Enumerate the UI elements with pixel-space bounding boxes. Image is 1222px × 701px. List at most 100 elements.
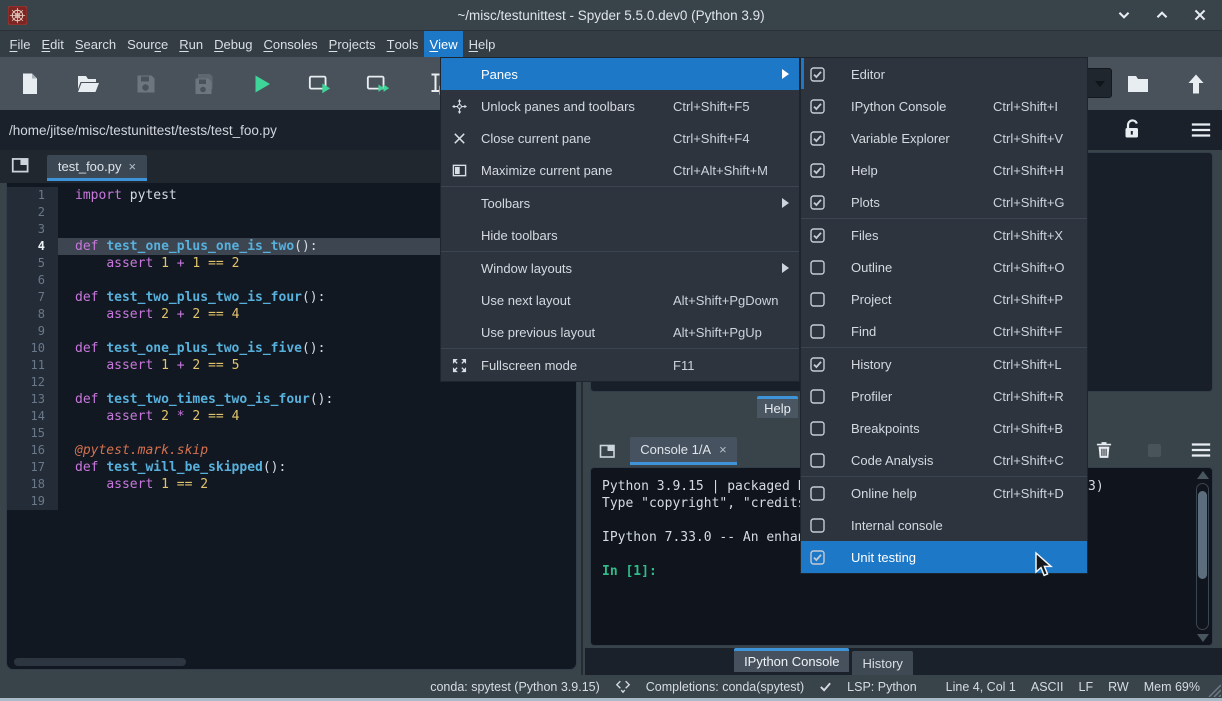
close-button[interactable] — [1192, 7, 1208, 23]
panes-item-variable-explorer[interactable]: Variable ExplorerCtrl+Shift+V — [801, 122, 1087, 154]
tab-help[interactable]: Help — [757, 396, 798, 418]
new-file-button[interactable] — [16, 70, 44, 98]
menu-item-label: Files — [851, 228, 878, 243]
resize-grip[interactable] — [1205, 681, 1221, 697]
code-text — [58, 425, 576, 442]
menu-consoles[interactable]: Consoles — [258, 31, 323, 57]
tab-history[interactable]: History — [852, 651, 912, 675]
checkbox-unchecked-icon[interactable] — [810, 486, 825, 501]
code-text: assert 1 == 2 — [58, 476, 576, 493]
tab-close-icon[interactable]: × — [129, 160, 137, 173]
line-number: 17 — [7, 459, 58, 476]
help-tab-label: Help — [764, 401, 791, 416]
panes-item-help[interactable]: HelpCtrl+Shift+H — [801, 154, 1087, 186]
menu-item-use-previous-layout[interactable]: Use previous layoutAlt+Shift+PgUp — [441, 316, 799, 348]
conda-env-status[interactable]: conda: spytest (Python 3.9.15) — [430, 680, 600, 694]
menu-view[interactable]: View — [424, 31, 463, 57]
menu-item-shortcut: Ctrl+Shift+F — [993, 324, 1062, 339]
menu-debug[interactable]: Debug — [209, 31, 258, 57]
menu-item-maximize-current-pane[interactable]: Maximize current paneCtrl+Alt+Shift+M — [441, 154, 799, 186]
checkbox-unchecked-icon[interactable] — [810, 518, 825, 533]
checkbox-checked-icon[interactable] — [810, 550, 825, 565]
menu-file[interactable]: File — [4, 31, 36, 57]
menu-item-shortcut: Ctrl+Shift+D — [993, 486, 1064, 501]
console-tab[interactable]: Console 1/A × — [630, 437, 737, 465]
unlock-icon[interactable] — [1120, 118, 1144, 142]
checkbox-unchecked-icon[interactable] — [810, 421, 825, 436]
help-options-menu-icon[interactable] — [1190, 120, 1212, 140]
panes-item-code-analysis[interactable]: Code AnalysisCtrl+Shift+C — [801, 444, 1087, 476]
scrollbar-thumb[interactable] — [1198, 491, 1207, 579]
statusbar: conda: spytest (Python 3.9.15) Completio… — [0, 675, 1222, 698]
menu-item-window-layouts[interactable]: Window layouts — [441, 252, 799, 284]
line-number: 2 — [7, 204, 58, 221]
editor-tab-test-foo[interactable]: test_foo.py × — [47, 155, 147, 181]
editor-browse-tabs-icon[interactable] — [10, 154, 32, 176]
menu-help[interactable]: Help — [463, 31, 501, 57]
panes-item-history[interactable]: HistoryCtrl+Shift+L — [801, 348, 1087, 380]
menu-item-use-next-layout[interactable]: Use next layoutAlt+Shift+PgDown — [441, 284, 799, 316]
minimize-button[interactable] — [1116, 7, 1132, 23]
checkbox-checked-icon[interactable] — [810, 357, 825, 372]
lsp-status[interactable]: LSP: Python — [847, 680, 917, 694]
menu-tools[interactable]: Tools — [381, 31, 424, 57]
menu-item-fullscreen-mode[interactable]: Fullscreen modeF11 — [441, 349, 799, 381]
menu-item-shortcut: Ctrl+Shift+P — [993, 292, 1063, 307]
panes-item-files[interactable]: FilesCtrl+Shift+X — [801, 219, 1087, 251]
run-cell-advance-button[interactable] — [364, 70, 392, 98]
menu-run[interactable]: Run — [174, 31, 209, 57]
checkbox-unchecked-icon[interactable] — [810, 324, 825, 339]
completions-status[interactable]: Completions: conda(spytest) — [646, 680, 804, 694]
checkbox-checked-icon[interactable] — [810, 67, 825, 82]
parent-directory-button[interactable] — [1182, 70, 1210, 98]
editor-horizontal-scrollbar[interactable] — [14, 658, 186, 666]
menu-search[interactable]: Search — [69, 31, 121, 57]
console-options-menu-icon[interactable] — [1190, 441, 1212, 459]
save-all-button[interactable] — [190, 70, 218, 98]
run-cell-button[interactable] — [306, 70, 334, 98]
menu-item-unlock-panes-and-toolbars[interactable]: Unlock panes and toolbarsCtrl+Shift+F5 — [441, 90, 799, 122]
menu-item-hide-toolbars[interactable]: Hide toolbars — [441, 219, 799, 251]
maximize-button[interactable] — [1154, 7, 1170, 23]
checkbox-unchecked-icon[interactable] — [810, 389, 825, 404]
checkbox-checked-icon[interactable] — [810, 131, 825, 146]
line-number: 5 — [7, 255, 58, 272]
menu-projects[interactable]: Projects — [323, 31, 381, 57]
checkbox-unchecked-icon[interactable] — [810, 292, 825, 307]
scroll-down-icon[interactable] — [1197, 634, 1209, 642]
console-scrollbar[interactable] — [1193, 471, 1212, 642]
panes-item-online-help[interactable]: Online helpCtrl+Shift+D — [801, 477, 1087, 509]
tab-label: IPython Console — [744, 654, 839, 669]
panes-item-internal-console[interactable]: Internal console — [801, 509, 1087, 541]
menu-item-close-current-pane[interactable]: Close current paneCtrl+Shift+F4 — [441, 122, 799, 154]
checkbox-checked-icon[interactable] — [810, 195, 825, 210]
panes-item-find[interactable]: FindCtrl+Shift+F — [801, 315, 1087, 347]
checkbox-checked-icon[interactable] — [810, 228, 825, 243]
panes-item-profiler[interactable]: ProfilerCtrl+Shift+R — [801, 380, 1087, 412]
checkbox-unchecked-icon[interactable] — [810, 260, 825, 275]
open-directory-button[interactable] — [1124, 70, 1152, 98]
window-title: ~/misc/testunittest - Spyder 5.5.0.dev0 … — [0, 8, 1222, 23]
panes-item-plots[interactable]: PlotsCtrl+Shift+G — [801, 186, 1087, 218]
checkbox-checked-icon[interactable] — [810, 163, 825, 178]
breadcrumb: /home/jitse/misc/testunittest/tests/test… — [0, 123, 277, 138]
run-file-button[interactable] — [248, 70, 276, 98]
menu-edit[interactable]: Edit — [36, 31, 69, 57]
open-file-button[interactable] — [74, 70, 102, 98]
panes-item-breakpoints[interactable]: BreakpointsCtrl+Shift+B — [801, 412, 1087, 444]
console-browse-tabs-icon[interactable] — [598, 441, 618, 461]
checkbox-checked-icon[interactable] — [810, 99, 825, 114]
trash-icon[interactable] — [1094, 440, 1114, 460]
checkbox-unchecked-icon[interactable] — [810, 453, 825, 468]
panes-item-editor[interactable]: Editor — [801, 58, 1087, 90]
tab-close-icon[interactable]: × — [719, 443, 727, 456]
tab-ipython-console[interactable]: IPython Console — [734, 648, 849, 672]
menu-source[interactable]: Source — [122, 31, 174, 57]
panes-item-project[interactable]: ProjectCtrl+Shift+P — [801, 283, 1087, 315]
menu-item-toolbars[interactable]: Toolbars — [441, 187, 799, 219]
panes-item-ipython-console[interactable]: IPython ConsoleCtrl+Shift+I — [801, 90, 1087, 122]
panes-item-outline[interactable]: OutlineCtrl+Shift+O — [801, 251, 1087, 283]
menu-item-panes[interactable]: Panes — [441, 58, 799, 90]
save-button[interactable] — [132, 70, 160, 98]
scroll-up-icon[interactable] — [1197, 471, 1209, 479]
